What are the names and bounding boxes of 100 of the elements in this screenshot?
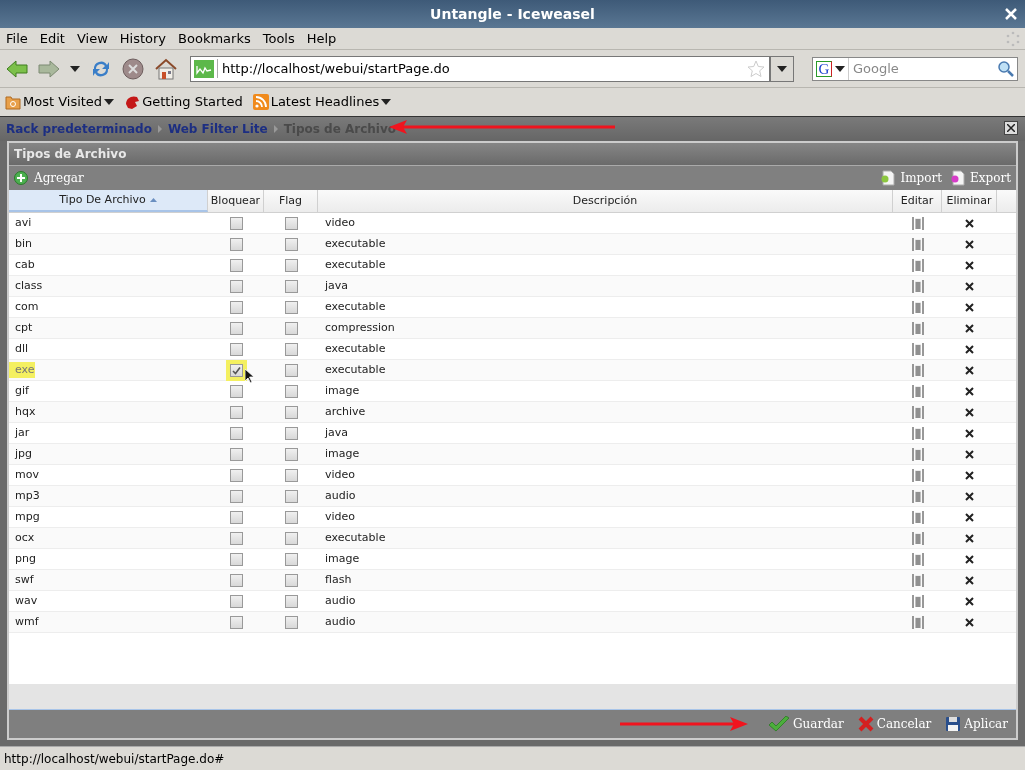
edit-icon[interactable] xyxy=(911,594,924,608)
checkbox[interactable] xyxy=(284,573,298,587)
edit-icon[interactable] xyxy=(911,447,924,461)
checkbox[interactable] xyxy=(284,363,298,377)
checkbox[interactable] xyxy=(284,531,298,545)
checkbox[interactable] xyxy=(229,237,243,251)
export-button[interactable]: Export xyxy=(950,169,1011,187)
checkbox[interactable] xyxy=(229,258,243,272)
menu-item[interactable]: Help xyxy=(302,28,341,49)
delete-icon[interactable] xyxy=(965,596,974,606)
menu-item[interactable]: File xyxy=(2,28,32,49)
delete-icon[interactable] xyxy=(965,470,974,480)
history-dropdown[interactable] xyxy=(770,55,794,82)
edit-icon[interactable] xyxy=(911,468,924,482)
checkbox[interactable] xyxy=(229,321,243,335)
bookmark-item[interactable]: Latest Headlines xyxy=(252,92,392,112)
checkbox[interactable] xyxy=(229,279,243,293)
checkbox[interactable] xyxy=(229,489,243,503)
checkbox[interactable] xyxy=(229,468,243,482)
checkbox[interactable] xyxy=(229,510,243,524)
checkbox[interactable] xyxy=(284,426,298,440)
edit-icon[interactable] xyxy=(911,321,924,335)
edit-icon[interactable] xyxy=(911,573,924,587)
cancel-button[interactable]: Cancelar xyxy=(857,715,932,733)
checkbox[interactable] xyxy=(284,384,298,398)
checkbox[interactable] xyxy=(229,405,243,419)
apply-button[interactable]: Aplicar xyxy=(945,715,1008,733)
delete-icon[interactable] xyxy=(965,512,974,522)
checkbox[interactable] xyxy=(284,279,298,293)
edit-icon[interactable] xyxy=(911,237,924,251)
forward-icon[interactable] xyxy=(38,58,60,79)
checkbox[interactable] xyxy=(229,552,243,566)
edit-icon[interactable] xyxy=(911,279,924,293)
delete-icon[interactable] xyxy=(965,617,974,627)
column-header[interactable]: Flag xyxy=(264,190,318,212)
home-icon[interactable] xyxy=(154,57,178,80)
dropdown-caret-icon[interactable] xyxy=(70,65,80,72)
checkbox[interactable] xyxy=(229,531,243,545)
delete-icon[interactable] xyxy=(965,575,974,585)
checkbox[interactable] xyxy=(284,594,298,608)
search-engine-icon[interactable]: G xyxy=(816,60,832,77)
add-button[interactable]: Agregar xyxy=(14,169,84,187)
menu-item[interactable]: View xyxy=(72,28,112,49)
delete-icon[interactable] xyxy=(965,239,974,249)
scrollbar-track[interactable] xyxy=(9,684,1016,710)
delete-icon[interactable] xyxy=(965,302,974,312)
column-header[interactable]: Descripción xyxy=(318,190,893,212)
delete-icon[interactable] xyxy=(965,218,974,228)
edit-icon[interactable] xyxy=(911,342,924,356)
checkbox[interactable] xyxy=(284,258,298,272)
delete-icon[interactable] xyxy=(965,344,974,354)
stop-icon[interactable] xyxy=(122,57,144,80)
checkbox[interactable] xyxy=(284,447,298,461)
checkbox[interactable] xyxy=(284,342,298,356)
checkbox[interactable] xyxy=(229,594,243,608)
menu-item[interactable]: Bookmarks xyxy=(174,28,255,49)
bookmark-item[interactable]: Most Visited xyxy=(5,92,115,112)
menu-item[interactable]: Edit xyxy=(35,28,69,49)
checkbox[interactable] xyxy=(229,300,243,314)
checkbox[interactable] xyxy=(284,321,298,335)
checkbox[interactable] xyxy=(284,216,298,230)
close-icon[interactable] xyxy=(1005,8,1017,20)
checkbox[interactable] xyxy=(284,237,298,251)
delete-icon[interactable] xyxy=(965,449,974,459)
delete-icon[interactable] xyxy=(965,428,974,438)
menu-item[interactable]: History xyxy=(115,28,171,49)
delete-icon[interactable] xyxy=(965,554,974,564)
edit-icon[interactable] xyxy=(911,300,924,314)
checkbox[interactable] xyxy=(229,384,243,398)
delete-icon[interactable] xyxy=(965,260,974,270)
save-button[interactable]: Guardar xyxy=(767,715,844,733)
checkbox[interactable] xyxy=(284,405,298,419)
checkbox[interactable] xyxy=(284,510,298,524)
checkbox[interactable] xyxy=(284,552,298,566)
back-icon[interactable] xyxy=(6,58,28,79)
edit-icon[interactable] xyxy=(911,531,924,545)
search-bar[interactable]: G Google xyxy=(812,56,1018,81)
address-field[interactable]: http://localhost/webui/startPage.do xyxy=(190,55,770,82)
delete-icon[interactable] xyxy=(965,386,974,396)
edit-icon[interactable] xyxy=(911,216,924,230)
checkbox[interactable] xyxy=(284,300,298,314)
delete-icon[interactable] xyxy=(965,281,974,291)
column-header[interactable]: Bloquear xyxy=(208,190,264,212)
checkbox[interactable] xyxy=(284,489,298,503)
edit-icon[interactable] xyxy=(911,363,924,377)
edit-icon[interactable] xyxy=(911,258,924,272)
column-header[interactable]: Eliminar xyxy=(942,190,997,212)
edit-icon[interactable] xyxy=(911,489,924,503)
checkbox[interactable] xyxy=(229,447,243,461)
column-header[interactable]: Tipo De Archivo xyxy=(9,190,208,212)
delete-icon[interactable] xyxy=(965,407,974,417)
delete-icon[interactable] xyxy=(965,491,974,501)
close-button[interactable] xyxy=(1004,121,1018,135)
menu-item[interactable]: Tools xyxy=(258,28,299,49)
search-field[interactable]: Google xyxy=(848,57,998,80)
checkbox[interactable] xyxy=(229,573,243,587)
edit-icon[interactable] xyxy=(911,405,924,419)
delete-icon[interactable] xyxy=(965,533,974,543)
bookmark-item[interactable]: Getting Started xyxy=(124,92,243,112)
delete-icon[interactable] xyxy=(965,365,974,375)
